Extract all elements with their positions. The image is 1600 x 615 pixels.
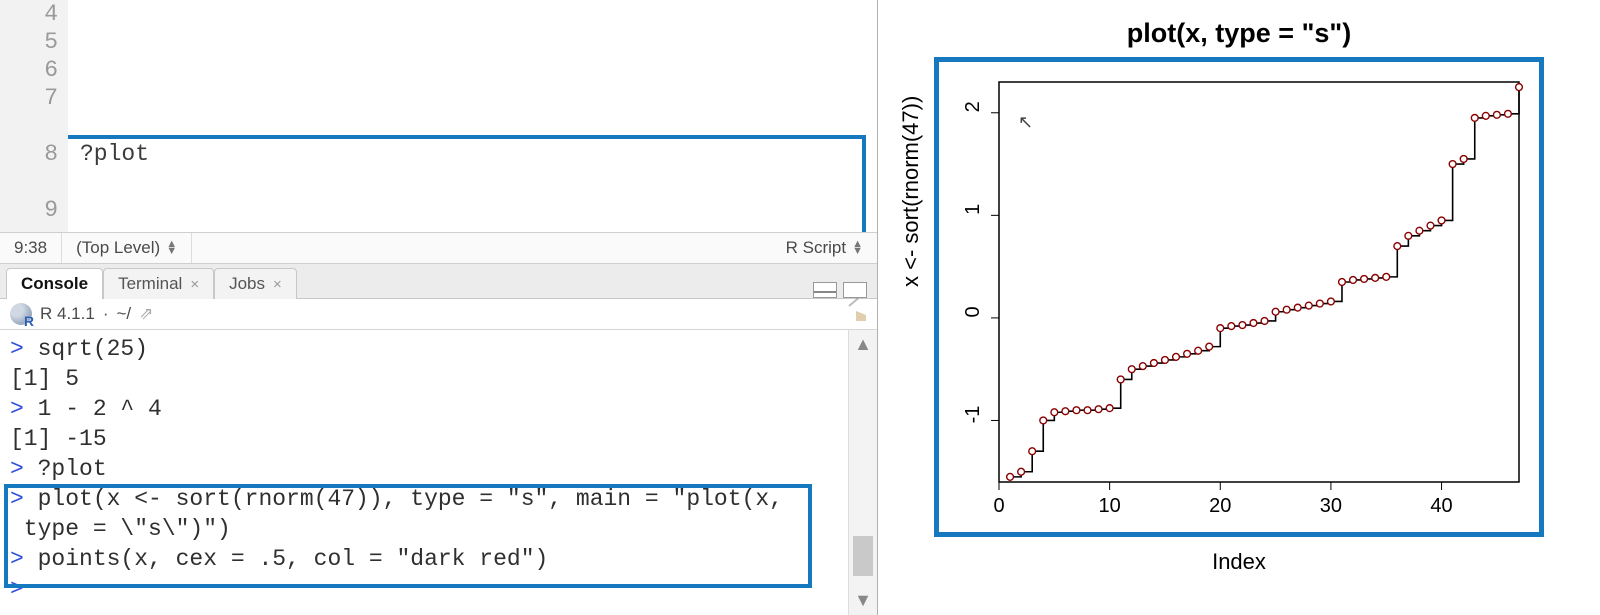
console-text[interactable]: > sqrt(25) [1] 5 > 1 - 2 ^ 4 [1] -15 > ?… — [0, 330, 848, 615]
source-editor[interactable]: 4 5 6 7 8 9 ?plot # Simple quantiles/ECD… — [0, 0, 877, 232]
gutter-line — [0, 168, 58, 196]
filetype-selector[interactable]: R Script ▲▼ — [772, 238, 877, 258]
console-output[interactable]: > sqrt(25) [1] 5 > 1 - 2 ^ 4 [1] -15 > ?… — [0, 330, 877, 615]
updown-icon: ▲▼ — [852, 241, 863, 255]
gutter-line: 9 — [0, 196, 58, 224]
svg-text:10: 10 — [1099, 495, 1121, 517]
gutter-line: 5 — [0, 28, 58, 56]
svg-text:1: 1 — [962, 204, 984, 215]
close-icon[interactable]: × — [190, 276, 199, 293]
code-line[interactable] — [80, 224, 877, 232]
clear-console-button[interactable] — [845, 303, 867, 325]
plot-panel: plot(x, type = "s") x <- sort(rnorm(47))… — [878, 0, 1600, 615]
app-root: 4 5 6 7 8 9 ?plot # Simple quantiles/ECD… — [0, 0, 1600, 615]
gutter-line: 4 — [0, 0, 58, 28]
close-icon[interactable]: × — [273, 276, 282, 293]
source-and-console-panel: 4 5 6 7 8 9 ?plot # Simple quantiles/ECD… — [0, 0, 878, 615]
editor-gutter: 4 5 6 7 8 9 — [0, 0, 68, 232]
working-dir-label[interactable]: ~/ — [116, 304, 131, 324]
plot-title: plot(x, type = "s") — [1127, 18, 1351, 49]
plot-canvas: 0 10 20 30 40 -1 0 1 2 — [939, 62, 1539, 532]
editor-code-area[interactable]: ?plot # Simple quantiles/ECDF, see ecdf(… — [68, 0, 877, 232]
tab-console[interactable]: Console — [6, 268, 103, 299]
svg-text:0: 0 — [962, 306, 984, 317]
svg-text:2: 2 — [962, 101, 984, 112]
console-header: R 4.1.1 · ~/ ⇗ — [0, 299, 877, 330]
gutter-line: 7 — [0, 84, 58, 112]
scroll-thumb[interactable] — [853, 536, 873, 576]
popout-icon[interactable]: ⇗ — [139, 304, 153, 324]
gutter-line: 6 — [0, 56, 58, 84]
tab-terminal[interactable]: Terminal × — [103, 268, 214, 299]
gutter-line — [0, 112, 58, 140]
console-scrollbar[interactable]: ▲ ▼ — [848, 330, 877, 615]
updown-icon: ▲▼ — [166, 241, 177, 255]
minimize-pane-button[interactable] — [813, 282, 837, 298]
cursor-position-indicator[interactable]: 9:38 — [0, 233, 62, 263]
scroll-track[interactable] — [849, 359, 877, 586]
pane-window-controls — [813, 282, 877, 298]
code-line[interactable]: ?plot — [80, 140, 877, 168]
scroll-down-icon[interactable]: ▼ — [854, 586, 872, 615]
svg-text:-1: -1 — [962, 406, 984, 424]
plot-ylabel: x <- sort(rnorm(47)) — [898, 96, 924, 287]
plot-xlabel: Index — [1212, 549, 1266, 575]
svg-text:0: 0 — [993, 495, 1004, 517]
tab-jobs[interactable]: Jobs × — [214, 268, 297, 299]
svg-text:30: 30 — [1320, 495, 1342, 517]
editor-statusbar: 9:38 (Top Level) ▲▼ R Script ▲▼ — [0, 232, 877, 264]
svg-text:20: 20 — [1209, 495, 1231, 517]
scope-selector[interactable]: (Top Level) ▲▼ — [62, 233, 192, 263]
scroll-up-icon[interactable]: ▲ — [854, 330, 872, 359]
r-logo-icon — [10, 303, 32, 325]
console-tabrow: Console Terminal × Jobs × — [0, 264, 877, 299]
svg-text:40: 40 — [1430, 495, 1452, 517]
gutter-line: 8 — [0, 140, 58, 168]
plot-frame: 0 10 20 30 40 -1 0 1 2 — [934, 57, 1544, 537]
maximize-pane-button[interactable] — [843, 282, 867, 298]
r-version-label: R 4.1.1 — [40, 304, 95, 324]
code-line[interactable] — [80, 56, 877, 84]
dot-separator: · — [103, 304, 109, 324]
